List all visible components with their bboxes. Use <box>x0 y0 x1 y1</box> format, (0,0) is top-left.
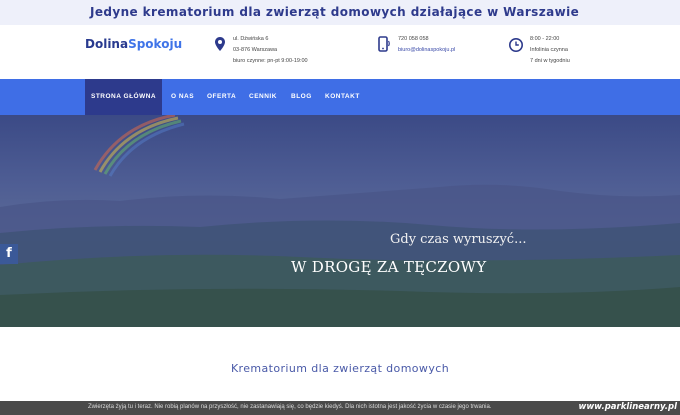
tagline: Jedyne krematorium dla zwierząt domowych… <box>90 5 580 19</box>
address-city: 03-876 Warszawa <box>233 47 278 53</box>
hero-banner: Gdy czas wyruszyć... W DROGĘ ZA TĘCZOWY … <box>0 115 680 327</box>
facebook-icon[interactable]: f <box>0 244 18 264</box>
site-logo[interactable]: DolinaSpokoju <box>85 37 182 51</box>
clock-icon <box>508 37 524 53</box>
nav-item-pricing[interactable]: CENNIK <box>249 79 277 115</box>
address-block: ul. Dźwińska 6 03-876 Warszawa biuro czy… <box>233 34 308 67</box>
map-marker-icon <box>212 36 228 52</box>
ticker-text: Zwierzęta żyją tu i teraz. Nie robią pla… <box>88 404 492 410</box>
top-announcement-bar: Jedyne krematorium dla zwierząt domowych… <box>0 0 680 25</box>
main-navigation: STRONA GŁÓWNA O NAS OFERTA CENNIK BLOG K… <box>0 79 680 115</box>
phone-icon <box>376 36 392 52</box>
hotline-hours: 8:00 - 22:00 <box>530 36 560 42</box>
section-title: Krematorium dla zwierząt domowych <box>230 362 450 375</box>
watermark: www.parklinearny.pl <box>574 402 677 412</box>
nav-item-about[interactable]: O NAS <box>171 79 194 115</box>
hero-landscape-image <box>0 115 680 327</box>
hero-subtitle: Gdy czas wyruszyć... <box>390 232 527 247</box>
address-street: ul. Dźwińska 6 <box>233 36 269 42</box>
nav-item-offer[interactable]: OFERTA <box>207 79 236 115</box>
nav-item-blog[interactable]: BLOG <box>291 79 312 115</box>
hero-headline: W DROGĘ ZA TĘCZOWY MOST <box>291 258 491 276</box>
phone-block: 720 058 058 biuro@dolinaspokoju.pl <box>398 34 455 56</box>
hotline-label: Infolinia czynna <box>530 47 568 53</box>
email-link[interactable]: biuro@dolinaspokoju.pl <box>398 45 455 56</box>
quote-ticker: Zwierzęta żyją tu i teraz. Nie robią pla… <box>0 401 680 415</box>
nav-item-contact[interactable]: KONTAKT <box>325 79 360 115</box>
hotline-days: 7 dni w tygodniu <box>530 58 570 64</box>
office-hours: biuro czynne: pn-pt 9:00-19:00 <box>233 58 308 64</box>
logo-part-2: Spokoju <box>128 37 183 51</box>
hours-block: 8:00 - 22:00 Infolinia czynna 7 dni w ty… <box>530 34 570 67</box>
phone-number[interactable]: 720 058 058 <box>398 34 455 45</box>
logo-part-1: Dolina <box>85 37 129 51</box>
site-header: DolinaSpokoju ul. Dźwińska 6 03-876 Wars… <box>0 25 680 79</box>
nav-item-home[interactable]: STRONA GŁÓWNA <box>85 79 163 115</box>
